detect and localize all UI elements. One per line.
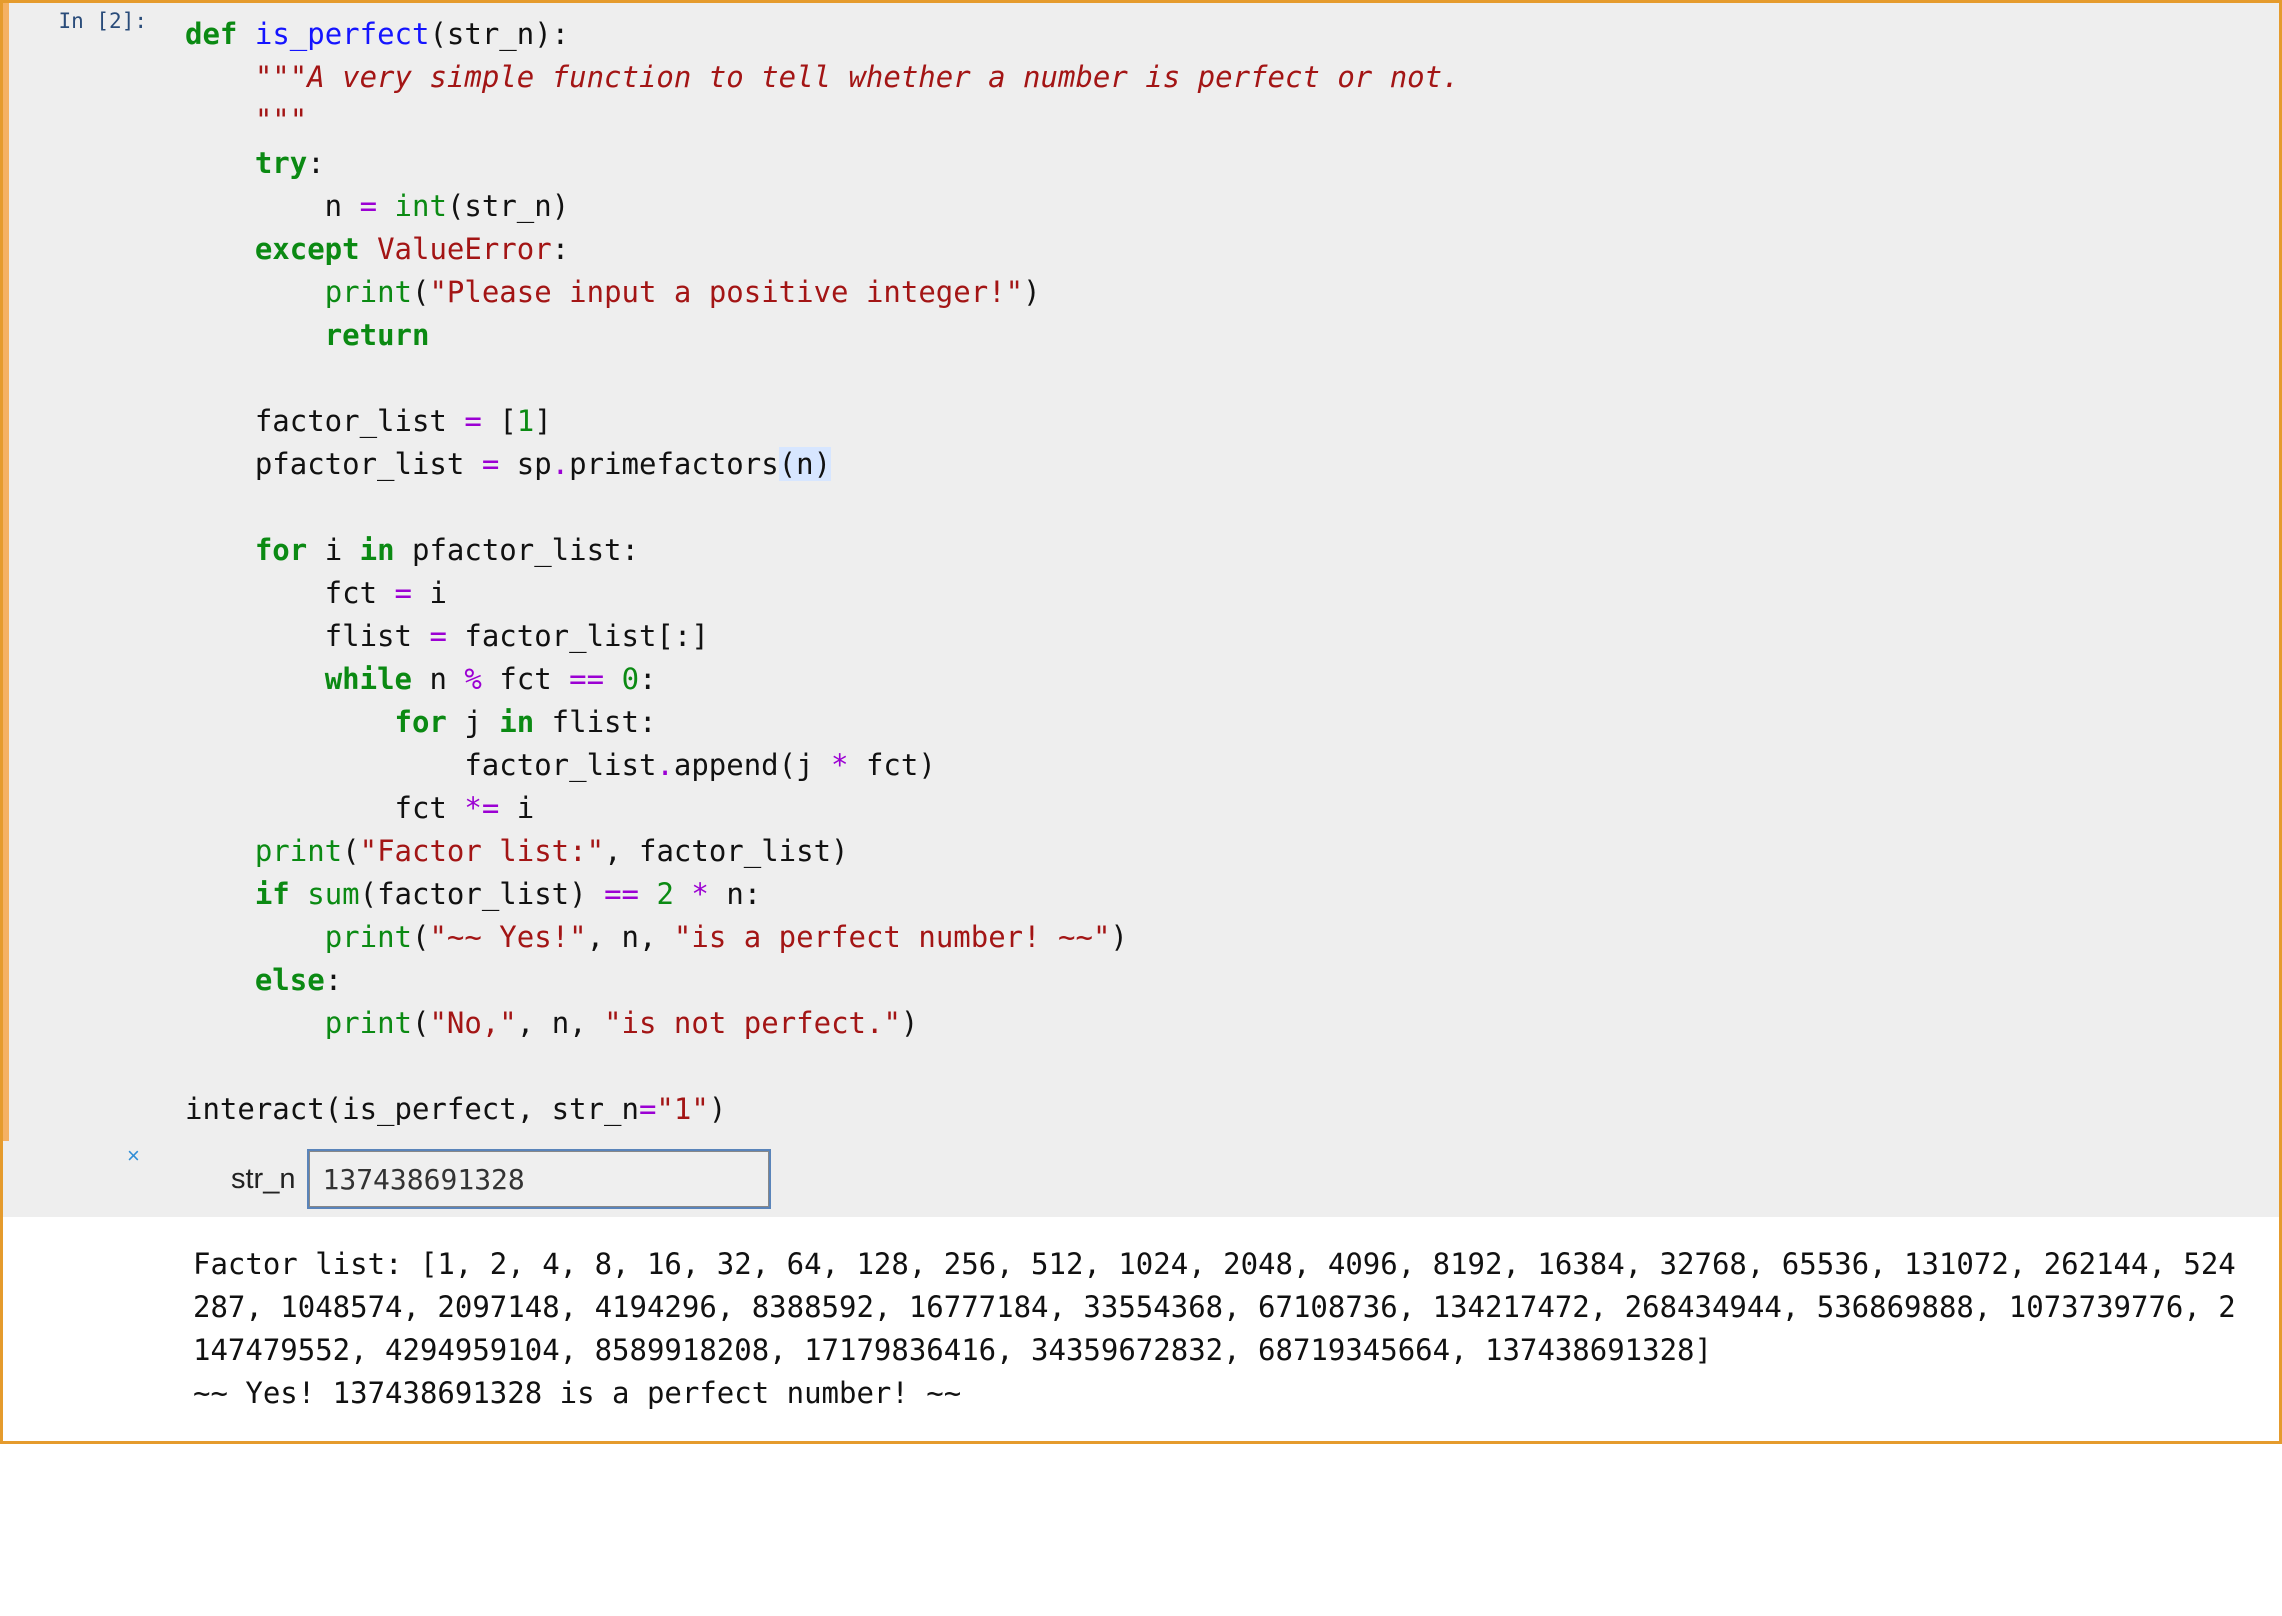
interact-widget-row: × str_n: [3, 1141, 2279, 1217]
close-icon[interactable]: ×: [127, 1145, 149, 1167]
code-editor[interactable]: def is_perfect(str_n): """A very simple …: [157, 3, 2279, 1141]
notebook-cell: In [2]: def is_perfect(str_n): """A very…: [0, 0, 2282, 1444]
input-area: In [2]: def is_perfect(str_n): """A very…: [3, 3, 2279, 1141]
input-prompt: In [2]:: [9, 3, 157, 1141]
widget-label: str_n: [231, 1163, 295, 1196]
output-area: Factor list: [1, 2, 4, 8, 16, 32, 64, 12…: [3, 1217, 2279, 1441]
str-n-input[interactable]: [309, 1151, 769, 1207]
